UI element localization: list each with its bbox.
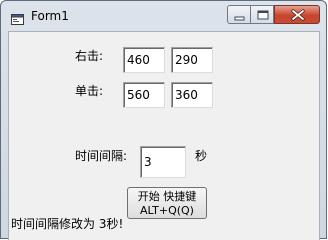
right-click-label: 右击: [75, 49, 104, 63]
close-icon [291, 9, 305, 21]
start-button[interactable]: 开始 快捷键 ALT+Q(Q) [127, 187, 207, 219]
status-message: 时间间隔修改为 3秒! [11, 217, 124, 231]
start-button-label: 开始 快捷键 [137, 189, 197, 203]
interval-label: 时间间隔: [75, 149, 128, 163]
interval-unit-label: 秒 [195, 149, 208, 163]
left-click-label: 单击: [75, 84, 104, 98]
close-button[interactable] [274, 5, 320, 24]
app-window: Form1 右击: 单击: 时间间隔: 秒 [0, 0, 327, 240]
right-click-x-input[interactable] [123, 47, 165, 73]
maximize-button[interactable] [250, 5, 274, 24]
form-icon [11, 10, 24, 25]
start-button-shortcut: ALT+Q(Q) [140, 203, 194, 217]
form-client-area: 右击: 单击: 时间间隔: 秒 开始 快捷键 ALT+Q(Q) 时间间隔修改为 … [8, 31, 320, 240]
minimize-icon [234, 16, 245, 21]
minimize-button[interactable] [227, 5, 251, 24]
left-click-y-input[interactable] [171, 82, 213, 108]
window-title: Form1 [31, 9, 69, 23]
title-bar[interactable]: Form1 [1, 1, 326, 31]
interval-input[interactable] [140, 146, 186, 178]
left-click-x-input[interactable] [123, 82, 165, 108]
right-click-y-input[interactable] [171, 47, 213, 73]
maximize-icon [257, 10, 269, 20]
